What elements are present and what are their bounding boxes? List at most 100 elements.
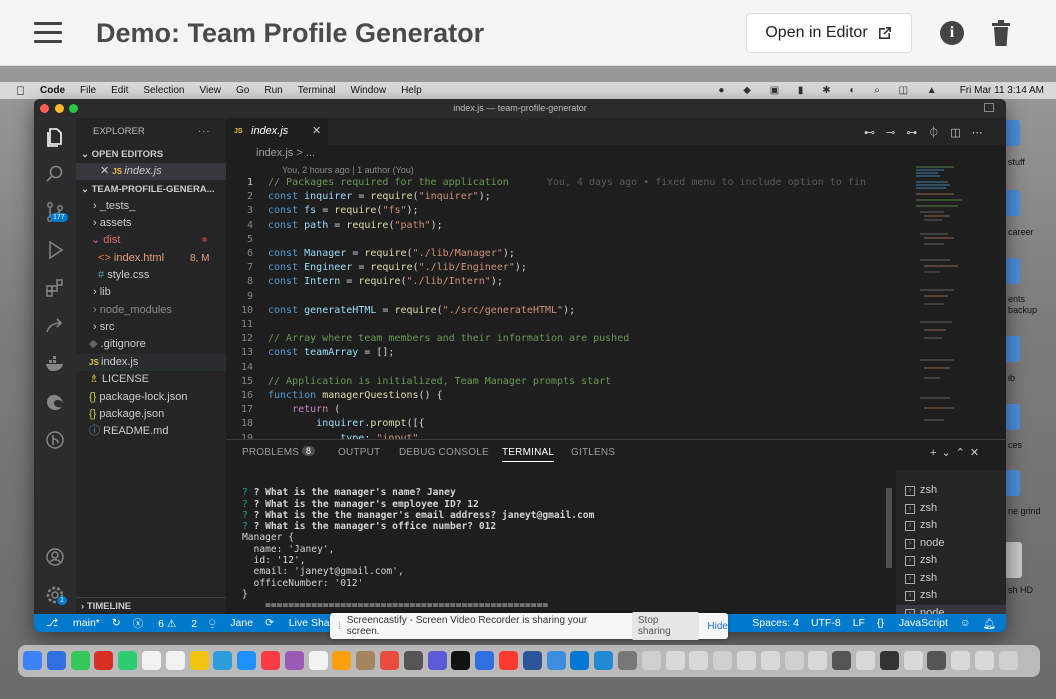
menu-hamburger-icon[interactable] xyxy=(34,22,62,44)
docker-icon[interactable] xyxy=(43,352,67,376)
branch-status[interactable]: ⎇ main* xyxy=(46,617,100,629)
menu-file[interactable]: File xyxy=(80,85,96,96)
explorer-files-icon[interactable] xyxy=(43,126,67,150)
desktop-icon[interactable] xyxy=(1004,336,1020,362)
terminal-instance[interactable]: › zsh xyxy=(905,482,937,499)
info-icon[interactable]: i xyxy=(940,21,964,45)
menu-view[interactable]: View xyxy=(200,85,222,96)
dock-app-icon[interactable] xyxy=(546,651,566,670)
tree-file-package-lock[interactable]: {} package-lock.json xyxy=(76,389,226,406)
maximize-panel-icon[interactable]: ⌃ xyxy=(956,447,970,459)
close-panel-icon[interactable]: ✕ xyxy=(970,447,984,459)
gitlens-icon[interactable] xyxy=(43,428,67,452)
tree-file-index-js[interactable]: JS index.js xyxy=(76,354,226,371)
hard-disk-icon[interactable] xyxy=(1004,542,1022,578)
dock-app-icon[interactable] xyxy=(308,651,328,670)
dock-app-icon[interactable] xyxy=(94,651,114,670)
dock-app-icon[interactable] xyxy=(522,651,542,670)
tree-file-index-html[interactable]: <> index.html 8, M xyxy=(76,250,226,267)
dock-app-icon[interactable] xyxy=(951,651,971,670)
dock-app-icon[interactable] xyxy=(451,651,471,670)
tab-gitlens[interactable]: GITLENS xyxy=(571,447,615,458)
dock-app-icon[interactable] xyxy=(570,651,590,670)
dock-app-icon[interactable] xyxy=(689,651,709,670)
dock-app-icon[interactable] xyxy=(23,651,42,670)
dock-app-icon[interactable] xyxy=(70,651,90,670)
terminal-instance[interactable]: › zsh xyxy=(905,570,937,587)
dock-app-icon[interactable] xyxy=(594,651,614,670)
apple-icon[interactable]:  xyxy=(16,84,25,98)
terminal-instance[interactable]: › zsh xyxy=(905,517,937,534)
code-lines[interactable]: 1// Packages required for the applicatio… xyxy=(226,176,916,439)
timeline-section[interactable]: › TIMELINE xyxy=(76,597,226,614)
gitlens-compare-icon[interactable]: ⊷ xyxy=(864,127,886,139)
dock-app-icon[interactable] xyxy=(998,651,1018,670)
spaces-status[interactable]: Spaces: 4 xyxy=(752,617,799,629)
desktop-icon[interactable] xyxy=(1004,258,1020,284)
dock-app-icon[interactable] xyxy=(213,651,233,670)
tab-index-js[interactable]: JS index.js ✕ xyxy=(226,118,328,145)
notifications-bell-icon[interactable]: 🔔︎ xyxy=(983,617,996,630)
dock-app-icon[interactable] xyxy=(403,651,423,670)
open-editors-section[interactable]: ⌄ OPEN EDITORS xyxy=(76,146,226,163)
dock-app-icon[interactable] xyxy=(784,651,804,670)
terminal-instance[interactable]: › zsh xyxy=(905,500,937,517)
dock-app-icon[interactable] xyxy=(713,651,733,670)
menubar-app-name[interactable]: Code xyxy=(40,85,65,96)
close-window-button[interactable] xyxy=(40,104,49,113)
tree-folder-lib[interactable]: › lib xyxy=(76,284,226,301)
menu-edit[interactable]: Edit xyxy=(111,85,128,96)
dock-app-icon[interactable] xyxy=(760,651,780,670)
dock-app-icon[interactable] xyxy=(856,651,875,670)
dock-app-icon[interactable] xyxy=(665,651,685,670)
next-change-icon[interactable]: ⊶ xyxy=(906,127,928,139)
dock-app-icon[interactable] xyxy=(261,651,280,670)
sync-icon[interactable]: ↻ xyxy=(112,617,121,629)
zoom-window-button[interactable] xyxy=(69,104,78,113)
dock-app-icon[interactable] xyxy=(903,651,923,670)
tree-file-gitignore[interactable]: ◆ .gitignore xyxy=(76,336,226,353)
desktop-icon[interactable] xyxy=(1004,190,1020,216)
terminal-output[interactable]: ? ? What is the manager's name? Janey? ?… xyxy=(242,476,594,632)
close-tab-icon[interactable]: ✕ xyxy=(312,118,321,145)
menu-help[interactable]: Help xyxy=(401,85,422,96)
tab-debug-console[interactable]: DEBUG CONSOLE xyxy=(399,447,489,458)
tab-problems[interactable]: PROBLEMS xyxy=(242,447,299,458)
project-section[interactable]: ⌄ TEAM-PROFILE-GENERA... xyxy=(76,181,226,198)
tree-folder-node-modules[interactable]: › node_modules xyxy=(76,302,226,319)
desktop-icon[interactable] xyxy=(1004,470,1020,496)
dock-app-icon[interactable] xyxy=(975,651,994,670)
tab-terminal[interactable]: TERMINAL xyxy=(502,447,555,462)
desktop-icon[interactable] xyxy=(1004,404,1020,430)
menu-run[interactable]: Run xyxy=(264,85,282,96)
terminal-scrollbar[interactable] xyxy=(886,488,892,568)
feedback-icon[interactable]: ☺ xyxy=(960,617,971,629)
dock-app-icon[interactable] xyxy=(832,651,852,670)
dock-app-icon[interactable] xyxy=(380,651,399,670)
previous-change-icon[interactable]: ⊸ xyxy=(886,127,906,139)
tab-output[interactable]: OUTPUT xyxy=(338,447,380,458)
search-icon[interactable] xyxy=(43,162,67,186)
tree-file-readme[interactable]: ⓘ README.md xyxy=(76,423,226,440)
dock-app-icon[interactable] xyxy=(332,651,352,670)
dock-app-icon[interactable] xyxy=(189,651,209,670)
extensions-icon[interactable] xyxy=(43,276,67,300)
tree-folder-assets[interactable]: › assets xyxy=(76,215,226,232)
dock-app-icon[interactable] xyxy=(165,651,185,670)
dock-app-icon[interactable] xyxy=(808,651,828,670)
terminal-instance[interactable]: › zsh xyxy=(905,587,937,604)
live-share-status[interactable]: ⟳ Live Share xyxy=(265,617,339,629)
toggle-blame-icon[interactable]: ⏀ xyxy=(928,127,950,139)
run-debug-icon[interactable] xyxy=(43,238,67,262)
breadcrumb[interactable]: index.js > ... xyxy=(256,147,315,159)
minimap[interactable] xyxy=(914,164,976,439)
split-editor-icon[interactable]: ◫ xyxy=(950,127,971,139)
layout-icon[interactable] xyxy=(984,103,994,112)
dock-app-icon[interactable] xyxy=(118,651,138,670)
dock-app-icon[interactable] xyxy=(927,651,947,670)
tree-folder-dist[interactable]: ⌄ dist xyxy=(76,232,226,249)
tree-file-license[interactable]: ♗ LICENSE xyxy=(76,371,226,388)
dock-app-icon[interactable] xyxy=(499,651,518,670)
eol-status[interactable]: LF xyxy=(853,617,865,629)
close-icon[interactable]: ✕ xyxy=(100,165,112,177)
